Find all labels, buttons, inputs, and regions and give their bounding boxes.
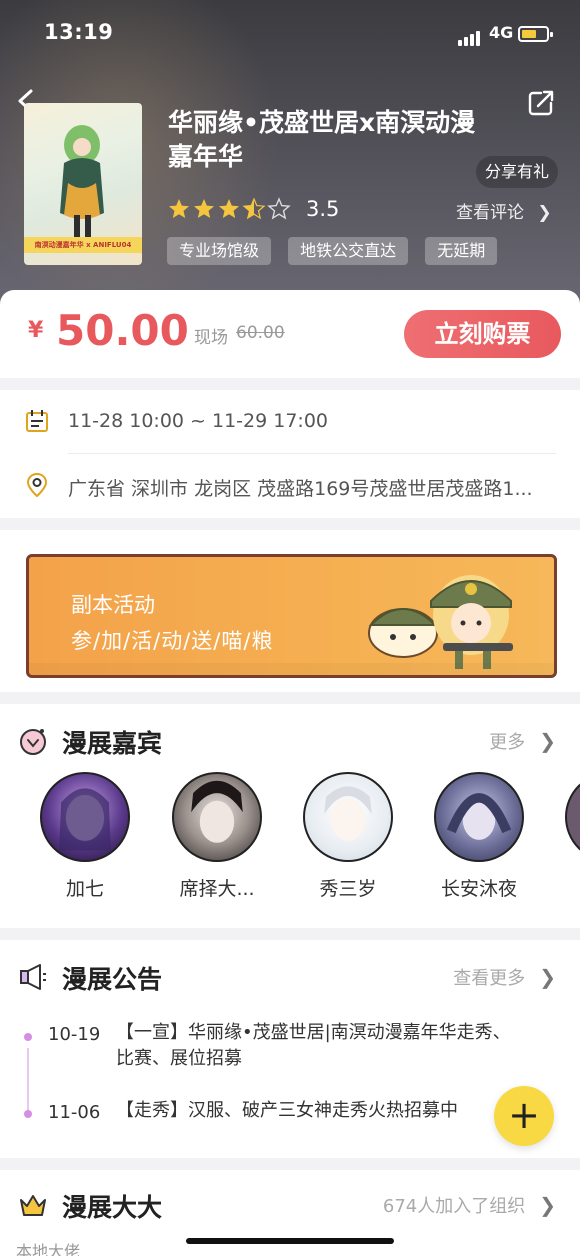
price-card: ¥ 50.00 现场 60.00 立刻购票 <box>0 290 580 378</box>
section-title: 漫展公告 <box>62 965 163 994</box>
guest-item[interactable]: 席择大... <box>157 772 277 901</box>
section-header: 漫展公告 查看更多 ❯ <box>0 940 580 1010</box>
ticket-price: 50.00 <box>56 306 189 355</box>
event-time: 11-28 10:00 ~ 11-29 17:00 <box>68 410 329 432</box>
event-header: 13:19 4G 南溟动漫嘉年华 x ANIFLU04 华丽缘•茂盛世居x南溟动… <box>0 0 580 310</box>
status-bar: 13:19 4G <box>0 0 580 70</box>
network-type: 4G <box>489 23 514 42</box>
activity-subtitle: 参/加/活/动/送/喵/粮 <box>71 629 274 653</box>
avatar <box>434 772 524 862</box>
event-title: 华丽缘•茂盛世居x南溟动漫嘉年华 <box>168 108 476 171</box>
section-header: 漫展嘉宾 更多 ❯ <box>0 704 580 774</box>
heart-badge-icon <box>20 729 46 755</box>
onsite-price-label: 现场 <box>194 328 228 348</box>
event-time-row: 11-28 10:00 ~ 11-29 17:00 <box>0 390 580 454</box>
onsite-price: 60.00 <box>236 323 285 343</box>
buy-now-button[interactable]: 立刻购票 <box>404 310 561 358</box>
calendar-icon <box>26 410 48 432</box>
notice-date: 11-06 <box>48 1102 101 1123</box>
event-tag: 地铁公交直达 <box>288 237 409 265</box>
poster-band: 南溟动漫嘉年华 x ANIFLU04 <box>24 237 142 253</box>
guest-item-partial[interactable] <box>550 772 580 862</box>
currency-symbol: ¥ <box>28 318 44 343</box>
notice-text[interactable]: 【一宣】华丽缘•茂盛世居|南溟动漫嘉年华走秀、比赛、展位招募 <box>116 1020 516 1072</box>
view-reviews-label: 查看评论 <box>456 203 524 223</box>
signal-icon <box>458 27 482 46</box>
event-tags: 专业场馆级 地铁公交直达 无延期 <box>167 237 509 265</box>
home-indicator <box>186 1238 394 1244</box>
chevron-right-icon: ❯ <box>539 729 556 753</box>
avatar <box>172 772 262 862</box>
guest-name: 秀三岁 <box>319 878 377 900</box>
guests-more-link[interactable]: 更多 ❯ <box>489 728 556 754</box>
event-poster[interactable]: 南溟动漫嘉年华 x ANIFLU04 <box>24 103 142 265</box>
share-gift-button[interactable]: 分享有礼 <box>476 156 558 188</box>
star-icons <box>169 197 291 220</box>
section-title: 漫展嘉宾 <box>62 729 163 758</box>
timeline-dot <box>24 1110 32 1118</box>
section-title: 漫展大大 <box>62 1193 163 1222</box>
guest-item[interactable]: 秀三岁 <box>288 772 408 901</box>
event-tag: 无延期 <box>425 237 498 265</box>
avatar <box>40 772 130 862</box>
avatar <box>565 772 580 862</box>
event-address: 广东省 深圳市 龙岗区 茂盛路169号茂盛世居茂盛路1... <box>68 478 533 500</box>
notice-text[interactable]: 【走秀】汉服、破产三女神走秀火热招募中 <box>116 1098 496 1124</box>
rating-stars <box>168 197 298 223</box>
megaphone-icon <box>20 964 46 990</box>
guest-name: 加七 <box>65 878 104 900</box>
local-experts-label: 本地大佬 <box>16 1242 81 1256</box>
activity-section: 副本活动 参/加/活/动/送/喵/粮 <box>0 530 580 692</box>
more-label: 更多 <box>489 732 526 753</box>
chevron-right-icon: ❯ <box>539 965 556 989</box>
rating-score: 3.5 <box>306 197 340 221</box>
poster-character-image <box>60 125 104 239</box>
event-tag: 专业场馆级 <box>167 237 272 265</box>
organizer-more-link[interactable]: 674人加入了组织 ❯ <box>383 1192 556 1218</box>
location-pin-icon <box>26 472 48 498</box>
guest-list: 加七 席择大... 秀三岁 长安沐夜 <box>0 772 580 912</box>
timeline-line <box>27 1048 29 1116</box>
share-icon[interactable] <box>526 88 556 118</box>
guest-name: 席择大... <box>179 878 255 900</box>
section-header: 漫展大大 674人加入了组织 ❯ <box>0 1168 580 1238</box>
event-info: 11-28 10:00 ~ 11-29 17:00 广东省 深圳市 龙岗区 茂盛… <box>0 390 580 518</box>
notice-section: 漫展公告 查看更多 ❯ 10-19 【一宣】华丽缘•茂盛世居|南溟动漫嘉年华走秀、… <box>0 940 580 1158</box>
avatar <box>303 772 393 862</box>
crown-icon <box>20 1195 46 1216</box>
guest-name: 长安沐夜 <box>440 878 517 900</box>
chevron-right-icon: ❯ <box>537 203 552 223</box>
event-address-row[interactable]: 广东省 深圳市 龙岗区 茂盛路169号茂盛世居茂盛路1... <box>0 454 580 516</box>
guests-section: 漫展嘉宾 更多 ❯ 加七 席择大... 秀三岁 长安沐夜 <box>0 704 580 928</box>
notice-more-link[interactable]: 查看更多 ❯ <box>453 964 556 990</box>
notice-date: 10-19 <box>48 1024 101 1045</box>
add-button[interactable]: + <box>494 1086 554 1146</box>
view-reviews-link[interactable]: 查看评论 ❯ <box>456 198 552 223</box>
activity-banner[interactable]: 副本活动 参/加/活/动/送/喵/粮 <box>26 554 557 678</box>
battery-icon <box>518 26 553 42</box>
mascot-illustration <box>368 575 513 669</box>
more-label: 查看更多 <box>453 968 526 989</box>
timeline-dot <box>24 1033 32 1041</box>
chevron-right-icon: ❯ <box>539 1193 556 1217</box>
guest-item[interactable]: 加七 <box>25 772 145 901</box>
activity-title: 副本活动 <box>71 593 155 617</box>
more-label: 674人加入了组织 <box>382 1196 526 1217</box>
guest-item[interactable]: 长安沐夜 <box>419 772 539 901</box>
status-time: 13:19 <box>44 20 114 44</box>
